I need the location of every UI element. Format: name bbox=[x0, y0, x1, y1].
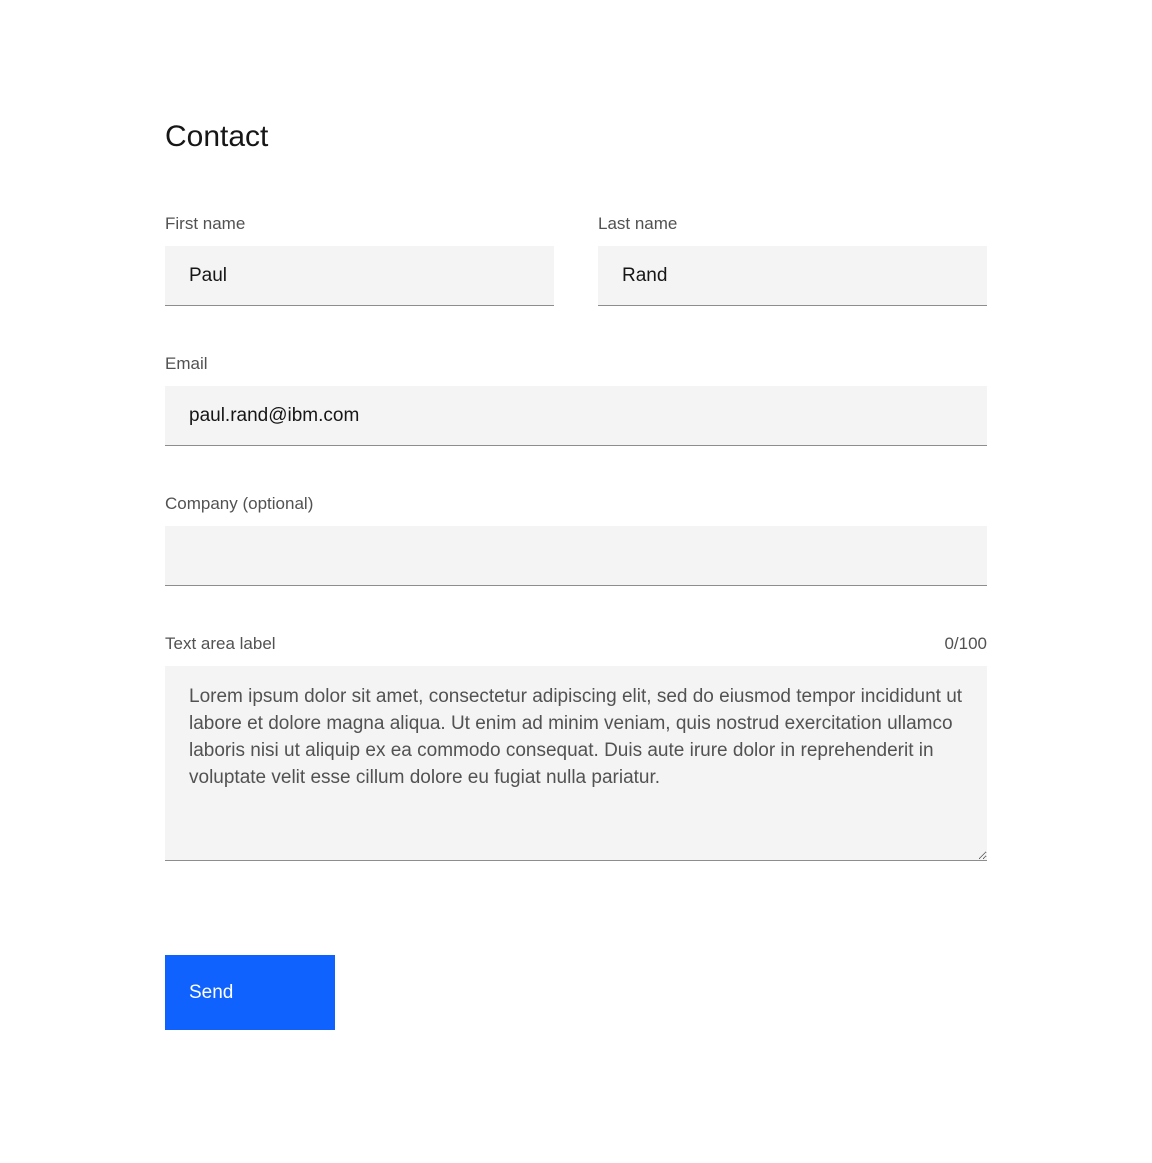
first-name-field: First name bbox=[165, 214, 554, 306]
message-textarea[interactable] bbox=[165, 666, 987, 861]
company-input[interactable] bbox=[165, 526, 987, 586]
email-input[interactable] bbox=[165, 386, 987, 446]
first-name-input[interactable] bbox=[165, 246, 554, 306]
last-name-field: Last name bbox=[598, 214, 987, 306]
message-counter: 0/100 bbox=[944, 634, 987, 654]
name-row: First name Last name bbox=[165, 214, 987, 306]
first-name-label: First name bbox=[165, 214, 554, 234]
email-field: Email bbox=[165, 354, 987, 446]
company-label: Company (optional) bbox=[165, 494, 987, 514]
last-name-label: Last name bbox=[598, 214, 987, 234]
page-title: Contact bbox=[165, 120, 987, 154]
message-field: Text area label 0/100 bbox=[165, 634, 987, 861]
company-field: Company (optional) bbox=[165, 494, 987, 586]
message-label-row: Text area label 0/100 bbox=[165, 634, 987, 654]
contact-form-page: Contact First name Last name Email Compa… bbox=[0, 0, 1152, 1030]
message-label: Text area label bbox=[165, 634, 276, 654]
send-button[interactable]: Send bbox=[165, 955, 335, 1030]
email-label: Email bbox=[165, 354, 987, 374]
last-name-input[interactable] bbox=[598, 246, 987, 306]
